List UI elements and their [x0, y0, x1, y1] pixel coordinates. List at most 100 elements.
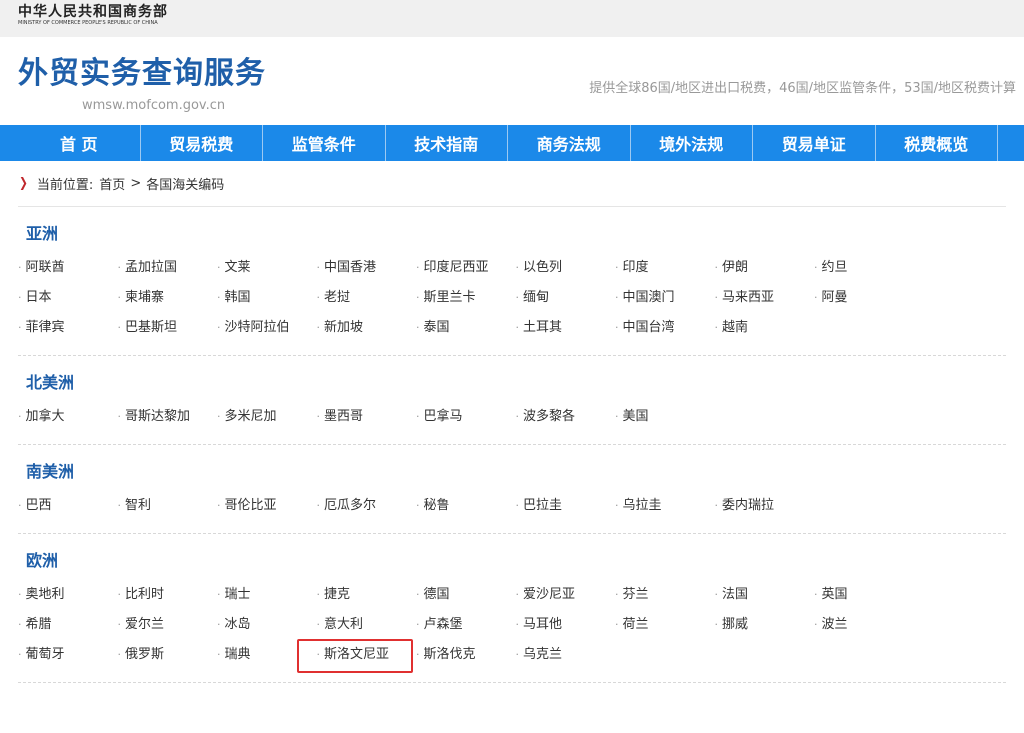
- country-link[interactable]: · 巴拉圭: [516, 491, 616, 521]
- country-link[interactable]: · 斯里兰卡: [416, 283, 516, 313]
- country-link[interactable]: · 芬兰: [615, 580, 715, 610]
- bullet-dot-icon: ·: [217, 499, 221, 512]
- bullet-dot-icon: ·: [615, 291, 619, 304]
- country-name: 瑞士: [224, 587, 251, 602]
- country-link[interactable]: · 加拿大: [18, 402, 118, 432]
- bullet-dot-icon: ·: [515, 499, 520, 512]
- country-link[interactable]: · 哥伦比亚: [217, 491, 317, 521]
- country-link[interactable]: · 越南: [715, 313, 815, 343]
- country-link[interactable]: · 印度: [615, 253, 715, 283]
- country-link[interactable]: · 英国: [814, 580, 914, 610]
- country-link[interactable]: · 德国: [416, 580, 516, 610]
- country-link[interactable]: · 泰国: [416, 313, 516, 343]
- country-link[interactable]: · 墨西哥: [317, 402, 417, 432]
- country-link[interactable]: · 柬埔寨: [118, 283, 218, 313]
- country-link[interactable]: · 老挝: [317, 283, 417, 313]
- nav-trade-documents[interactable]: 贸易单证: [753, 125, 876, 161]
- country-link[interactable]: · 乌拉圭: [615, 491, 715, 521]
- country-link[interactable]: · 孟加拉国: [118, 253, 218, 283]
- country-link[interactable]: · 智利: [118, 491, 218, 521]
- country-name: 伊朗: [722, 260, 749, 275]
- country-link[interactable]: · 巴基斯坦: [118, 313, 218, 343]
- country-link[interactable]: · 沙特阿拉伯: [217, 313, 317, 343]
- country-link[interactable]: · 冰岛: [217, 610, 317, 640]
- country-link[interactable]: · 捷克: [317, 580, 417, 610]
- nav-home[interactable]: 首 页: [18, 125, 141, 161]
- country-link[interactable]: · 爱尔兰: [118, 610, 218, 640]
- nav-commerce-law[interactable]: 商务法规: [508, 125, 631, 161]
- country-link[interactable]: · 伊朗: [715, 253, 815, 283]
- country-link[interactable]: · 卢森堡: [416, 610, 516, 640]
- bullet-dot-icon: ·: [714, 499, 719, 512]
- country-link[interactable]: · 约旦: [814, 253, 914, 283]
- bullet-dot-icon: ·: [814, 261, 818, 274]
- nav-foreign-law[interactable]: 境外法规: [631, 125, 753, 161]
- bullet-dot-icon: ·: [18, 648, 22, 661]
- country-link[interactable]: · 秘鲁: [416, 491, 516, 521]
- bullet-dot-icon: ·: [217, 588, 221, 601]
- ministry-logo[interactable]: 中华人民共和国商务部 MINISTRY OF COMMERCE PEOPLE'S…: [18, 5, 168, 26]
- country-link[interactable]: · 中国台湾: [615, 313, 715, 343]
- country-name: 菲律宾: [25, 320, 65, 335]
- country-list: · 加拿大 · 哥斯达黎加 · 多米尼加 · 墨西哥 · 巴拿马 · 波多黎各 · 美国: [18, 402, 1006, 432]
- country-link[interactable]: · 委内瑞拉: [715, 491, 815, 521]
- country-link[interactable]: · 厄瓜多尔: [317, 491, 417, 521]
- bullet-dot-icon: ·: [18, 410, 22, 423]
- bullet-dot-icon: ·: [117, 499, 122, 512]
- country-link[interactable]: · 多米尼加: [217, 402, 317, 432]
- site-title[interactable]: 外贸实务查询服务: [18, 59, 266, 89]
- country-link[interactable]: · 法国: [715, 580, 815, 610]
- country-name: 马来西亚: [722, 290, 775, 305]
- country-name: 波兰: [821, 617, 848, 632]
- country-link[interactable]: · 比利时: [118, 580, 218, 610]
- country-link[interactable]: · 菲律宾: [18, 313, 118, 343]
- country-link[interactable]: · 巴西: [18, 491, 118, 521]
- country-link[interactable]: · 俄罗斯: [118, 640, 218, 670]
- country-link[interactable]: · 阿曼: [814, 283, 914, 313]
- country-link[interactable]: · 土耳其: [516, 313, 616, 343]
- ministry-name-cn: 中华人民共和国商务部: [18, 4, 168, 20]
- country-link[interactable]: · 马来西亚: [715, 283, 815, 313]
- nav-technical-guide[interactable]: 技术指南: [386, 125, 508, 161]
- country-name: 越南: [722, 320, 749, 335]
- country-link[interactable]: · 中国香港: [317, 253, 417, 283]
- country-name: 卢森堡: [423, 617, 463, 632]
- country-link[interactable]: · 斯洛伐克: [416, 640, 516, 670]
- country-link[interactable]: · 韩国: [217, 283, 317, 313]
- country-link[interactable]: · 希腊: [18, 610, 118, 640]
- region-section: 欧洲 · 奥地利 · 比利时 · 瑞士 · 捷克 · 德国 · 爱沙尼亚 · 芬兰 · 法国 · 英国 · 希腊 · 爱尔兰…: [18, 534, 1006, 683]
- nav-regulatory-conditions[interactable]: 监管条件: [263, 125, 386, 161]
- country-link[interactable]: · 瑞士: [217, 580, 317, 610]
- country-link[interactable]: · 挪威: [715, 610, 815, 640]
- nav-tax-overview[interactable]: 税费概览: [876, 125, 998, 161]
- country-link[interactable]: · 爱沙尼亚: [516, 580, 616, 610]
- country-link[interactable]: · 奥地利: [18, 580, 118, 610]
- country-link[interactable]: · 巴拿马: [416, 402, 516, 432]
- country-link[interactable]: · 荷兰: [615, 610, 715, 640]
- country-link[interactable]: · 美国: [615, 402, 715, 432]
- country-link[interactable]: · 日本: [18, 283, 118, 313]
- country-name: 意大利: [324, 617, 364, 632]
- country-name: 巴拉圭: [523, 498, 563, 513]
- country-name: 斯洛文尼亚: [324, 647, 390, 662]
- bullet-dot-icon: ·: [416, 648, 420, 661]
- country-link[interactable]: · 哥斯达黎加: [118, 402, 218, 432]
- country-link[interactable]: · 文莱: [217, 253, 317, 283]
- country-link[interactable]: · 阿联酋: [18, 253, 118, 283]
- country-link[interactable]: · 印度尼西亚: [416, 253, 516, 283]
- country-link[interactable]: · 缅甸: [516, 283, 616, 313]
- country-link[interactable]: · 斯洛文尼亚: [296, 639, 417, 673]
- nav-trade-tax[interactable]: 贸易税费: [141, 125, 263, 161]
- country-name: 印度尼西亚: [423, 260, 489, 275]
- country-link[interactable]: · 乌克兰: [516, 640, 616, 670]
- country-link[interactable]: · 意大利: [317, 610, 417, 640]
- country-link[interactable]: · 新加坡: [317, 313, 417, 343]
- country-link[interactable]: · 波兰: [814, 610, 914, 640]
- country-link[interactable]: · 以色列: [516, 253, 616, 283]
- country-link[interactable]: · 波多黎各: [516, 402, 616, 432]
- country-link[interactable]: · 中国澳门: [615, 283, 715, 313]
- country-link[interactable]: · 葡萄牙: [18, 640, 118, 670]
- bullet-dot-icon: ·: [316, 410, 321, 423]
- country-link[interactable]: · 马耳他: [516, 610, 616, 640]
- breadcrumb-home-link[interactable]: 首页: [99, 174, 125, 193]
